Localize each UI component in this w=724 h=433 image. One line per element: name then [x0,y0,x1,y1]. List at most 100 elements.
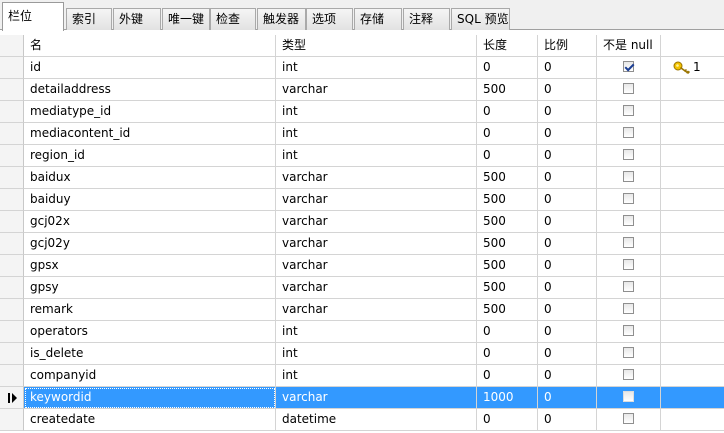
row-selector[interactable] [0,409,24,431]
field-type-cell[interactable]: varchar [276,211,477,233]
table-row[interactable]: createdate datetime 0 0 [0,409,724,431]
table-row[interactable]: id int 0 0 1 [0,57,724,79]
field-scale-cell[interactable]: 0 [538,277,597,299]
field-length-cell[interactable]: 500 [477,255,538,277]
row-selector[interactable] [0,211,24,233]
field-length-cell[interactable]: 500 [477,189,538,211]
field-type-cell[interactable]: int [276,343,477,365]
field-scale-cell[interactable]: 0 [538,321,597,343]
field-length-cell[interactable]: 0 [477,57,538,79]
table-row[interactable]: gpsx varchar 500 0 [0,255,724,277]
header-length[interactable]: 长度 [477,35,538,57]
key-cell[interactable] [661,321,724,343]
table-row[interactable]: baiduy varchar 500 0 [0,189,724,211]
tab-1[interactable]: 索引 [66,8,112,30]
tab-8[interactable]: 注释 [403,8,450,30]
field-name-cell[interactable]: gcj02y [24,233,276,255]
field-scale-cell[interactable]: 0 [538,123,597,145]
header-type[interactable]: 类型 [276,35,477,57]
field-length-cell[interactable]: 0 [477,343,538,365]
not-null-checkbox[interactable] [623,105,634,116]
not-null-checkbox[interactable] [623,127,634,138]
field-type-cell[interactable]: varchar [276,79,477,101]
row-selector[interactable] [0,387,24,409]
field-name-cell[interactable]: baiduy [24,189,276,211]
field-scale-cell[interactable]: 0 [538,79,597,101]
row-selector[interactable] [0,167,24,189]
table-row[interactable]: baidux varchar 500 0 [0,167,724,189]
header-key[interactable] [661,35,724,57]
field-name-cell[interactable]: gpsy [24,277,276,299]
header-scale[interactable]: 比例 [538,35,597,57]
field-name-cell[interactable]: remark [24,299,276,321]
header-not-null[interactable]: 不是 null [597,35,661,57]
tab-0[interactable]: 栏位 [2,2,64,31]
field-type-cell[interactable]: varchar [276,299,477,321]
row-selector[interactable] [0,321,24,343]
key-cell[interactable]: 1 [661,57,724,79]
field-scale-cell[interactable]: 0 [538,299,597,321]
not-null-checkbox[interactable] [623,83,634,94]
row-selector[interactable] [0,343,24,365]
field-length-cell[interactable]: 500 [477,167,538,189]
tab-9[interactable]: SQL 预览 [451,8,510,30]
field-name-cell[interactable]: companyid [24,365,276,387]
field-name-cell[interactable]: id [24,57,276,79]
key-cell[interactable] [661,211,724,233]
field-name-cell[interactable]: gpsx [24,255,276,277]
key-cell[interactable] [661,365,724,387]
table-row[interactable]: detailaddress varchar 500 0 [0,79,724,101]
row-selector[interactable] [0,145,24,167]
field-type-cell[interactable]: datetime [276,409,477,431]
not-null-checkbox[interactable] [623,347,634,358]
field-scale-cell[interactable]: 0 [538,387,597,409]
key-cell[interactable] [661,277,724,299]
field-name-cell[interactable]: is_delete [24,343,276,365]
tab-6[interactable]: 选项 [306,8,353,30]
field-scale-cell[interactable]: 0 [538,167,597,189]
field-type-cell[interactable]: int [276,145,477,167]
field-type-cell[interactable]: varchar [276,233,477,255]
field-name-cell[interactable]: baidux [24,167,276,189]
not-null-checkbox[interactable] [623,281,634,292]
table-row[interactable]: gcj02x varchar 500 0 [0,211,724,233]
field-scale-cell[interactable]: 0 [538,233,597,255]
field-length-cell[interactable]: 500 [477,79,538,101]
row-selector[interactable] [0,365,24,387]
table-row[interactable]: gpsy varchar 500 0 [0,277,724,299]
key-cell[interactable] [661,233,724,255]
field-name-cell[interactable]: keywordid [24,387,276,409]
row-selector[interactable] [0,233,24,255]
table-row[interactable]: gcj02y varchar 500 0 [0,233,724,255]
table-row[interactable]: operators int 0 0 [0,321,724,343]
field-scale-cell[interactable]: 0 [538,145,597,167]
tab-3[interactable]: 唯一键 [162,8,210,30]
key-cell[interactable] [661,167,724,189]
field-scale-cell[interactable]: 0 [538,57,597,79]
key-cell[interactable] [661,343,724,365]
key-cell[interactable] [661,409,724,431]
table-row[interactable]: mediacontent_id int 0 0 [0,123,724,145]
table-row[interactable]: region_id int 0 0 [0,145,724,167]
not-null-checkbox[interactable] [623,237,634,248]
not-null-checkbox[interactable] [623,171,634,182]
not-null-checkbox[interactable] [623,303,634,314]
table-row[interactable]: keywordid varchar 1000 0 [0,387,724,409]
field-scale-cell[interactable]: 0 [538,255,597,277]
key-cell[interactable] [661,189,724,211]
field-length-cell[interactable]: 500 [477,211,538,233]
header-name[interactable]: 名 [24,35,276,57]
field-length-cell[interactable]: 0 [477,101,538,123]
row-selector[interactable] [0,189,24,211]
field-type-cell[interactable]: varchar [276,167,477,189]
field-type-cell[interactable]: int [276,57,477,79]
not-null-checkbox[interactable] [623,193,634,204]
row-selector[interactable] [0,255,24,277]
field-name-cell[interactable]: region_id [24,145,276,167]
key-cell[interactable] [661,79,724,101]
not-null-checkbox[interactable] [623,413,634,424]
row-selector[interactable] [0,57,24,79]
table-row[interactable]: mediatype_id int 0 0 [0,101,724,123]
key-cell[interactable] [661,101,724,123]
field-scale-cell[interactable]: 0 [538,343,597,365]
